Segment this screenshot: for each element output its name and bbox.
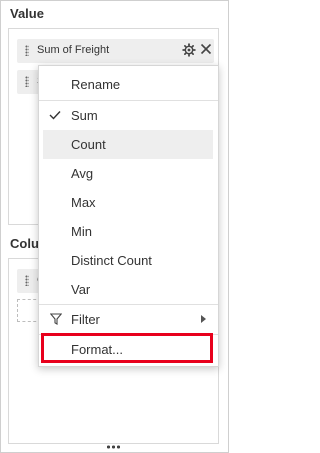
menu-item-min[interactable]: Min	[39, 217, 218, 246]
value-field-pill[interactable]: Sum of Freight	[17, 39, 214, 63]
drag-handle-icon[interactable]	[25, 275, 29, 286]
menu-item-label: Distinct Count	[71, 253, 152, 268]
check-icon	[49, 111, 61, 120]
menu-item-label: Min	[71, 224, 92, 239]
gear-icon[interactable]	[182, 43, 196, 57]
menu-item-filter[interactable]: Filter	[39, 305, 218, 334]
filter-icon	[50, 313, 62, 325]
menu-item-label: Sum	[71, 108, 98, 123]
format-highlight-box	[41, 333, 213, 363]
menu-item-label: Count	[71, 137, 106, 152]
drag-handle-icon[interactable]	[25, 45, 29, 56]
drag-handle-icon[interactable]	[25, 76, 29, 87]
menu-item-rename[interactable]: Rename	[39, 70, 218, 99]
menu-item-max[interactable]: Max	[39, 188, 218, 217]
menu-item-label: Filter	[71, 312, 100, 327]
more-options-icon[interactable]	[106, 445, 122, 449]
menu-item-distinct-count[interactable]: Distinct Count	[39, 246, 218, 275]
value-section-title: Value	[10, 6, 44, 21]
submenu-arrow-icon	[201, 315, 206, 323]
menu-item-count[interactable]: Count	[43, 130, 213, 159]
menu-item-label: Max	[71, 195, 96, 210]
aggregation-context-menu: Rename Sum Count Avg Max Min Distinct Co…	[38, 65, 219, 367]
value-field-label: Sum of Freight	[37, 44, 110, 56]
menu-item-var[interactable]: Var	[39, 275, 218, 304]
menu-item-label: Rename	[71, 77, 121, 92]
menu-item-label: Var	[71, 282, 91, 297]
close-icon[interactable]	[199, 42, 213, 56]
menu-item-label: Avg	[71, 166, 94, 181]
menu-item-sum[interactable]: Sum	[39, 101, 218, 130]
columns-section-title: Colu	[10, 236, 39, 251]
menu-item-avg[interactable]: Avg	[39, 159, 218, 188]
